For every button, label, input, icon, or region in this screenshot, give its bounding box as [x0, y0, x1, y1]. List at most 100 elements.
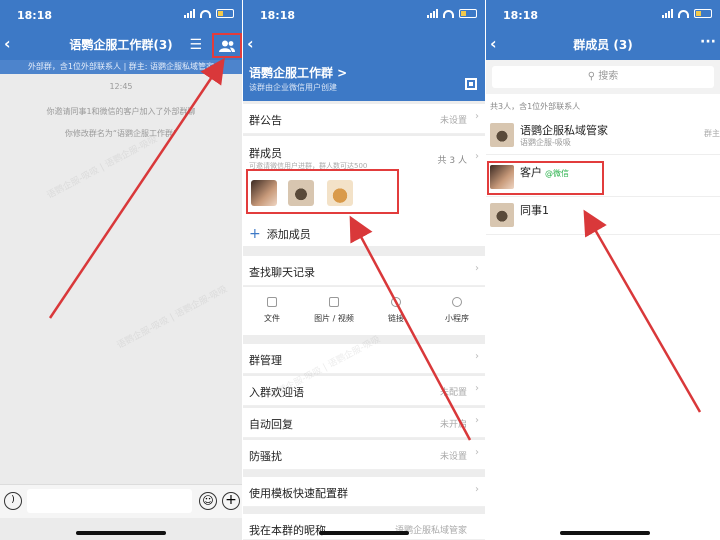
- member-row[interactable]: 同事1: [486, 197, 720, 235]
- highlight-box: [246, 169, 399, 214]
- chat-navbar: ‹ 语鹦企服工作群(3) ☰: [0, 30, 242, 60]
- avatar: [490, 203, 514, 227]
- status-bar: 18:18: [0, 0, 242, 30]
- status-bar: 18:18: [243, 0, 485, 30]
- row-value: 未开启: [439, 420, 467, 430]
- template-config-row[interactable]: 使用模板快速配置群 ›: [243, 477, 485, 507]
- chat-screen: 18:18 ‹ 语鹦企服工作群(3) ☰ 外部群，含1位外部联系人 | 群主: …: [0, 0, 242, 540]
- row-label: 群管理: [249, 354, 282, 367]
- media-tools: 文件 图片 / 视频 链接 小程序: [243, 287, 485, 335]
- qr-code-icon[interactable]: [465, 78, 477, 90]
- member-role: 群主: [704, 129, 720, 138]
- add-member-label: 添加成员: [266, 228, 311, 241]
- menu-icon[interactable]: ☰: [189, 37, 202, 53]
- tool-miniprogram[interactable]: 小程序: [432, 297, 482, 324]
- signal-icon: [427, 9, 438, 18]
- system-message: 你邀请同事1和微信的客户加入了外部群聊: [46, 107, 196, 116]
- home-indicator: [560, 531, 650, 535]
- search-icon: ⚲: [587, 71, 596, 82]
- tool-label: 文件: [264, 314, 280, 323]
- group-name[interactable]: 语鹦企服工作群 >: [249, 64, 347, 81]
- watermark: 语鹦企服-吸吸 | 语鹦企服-吸吸: [45, 134, 160, 202]
- announcement-row[interactable]: 群公告 未设置 ›: [243, 104, 485, 134]
- more-icon[interactable]: ···: [700, 34, 716, 50]
- battery-icon: [694, 9, 712, 18]
- group-creator-note: 该群由企业微信用户创建: [249, 83, 337, 92]
- group-members-button[interactable]: [212, 33, 242, 58]
- chevron-right-icon: ›: [475, 447, 479, 458]
- plus-icon: +: [249, 226, 261, 242]
- row-label: 我在本群的昵称: [249, 524, 326, 537]
- chevron-right-icon: ›: [475, 415, 479, 426]
- row-value: 未设置: [439, 452, 467, 462]
- row-label: 防骚扰: [249, 450, 282, 463]
- signal-icon: [184, 9, 195, 18]
- search-placeholder: 搜索: [598, 71, 619, 82]
- row-value: 未配置: [439, 388, 467, 398]
- member-list-screen: 18:18 ‹ 群成员 (3) ··· ⚲ 搜索 共3人，含1位外部联系人 语鹦…: [486, 0, 720, 540]
- wifi-icon: [678, 9, 689, 18]
- members-navbar: ‹ 群成员 (3) ···: [486, 30, 720, 60]
- chevron-right-icon: ›: [475, 383, 479, 394]
- tool-media[interactable]: 图片 / 视频: [309, 297, 359, 324]
- chevron-right-icon: ›: [475, 151, 479, 162]
- mini-program-icon: [452, 297, 462, 307]
- member-row[interactable]: 语鹦企服私域管家 语鹦企服-吸吸 群主: [486, 117, 720, 155]
- search-history-row[interactable]: 查找聊天记录 ›: [243, 256, 485, 286]
- settings-row[interactable]: 自动回复 未开启 ›: [243, 408, 485, 438]
- group-members-icon: [219, 40, 235, 52]
- nickname-row[interactable]: 我在本群的昵称 语鹦企服私域管家: [243, 514, 485, 540]
- chat-timestamp: 12:45: [109, 82, 133, 91]
- group-settings-screen: 18:18 ‹ 语鹦企服工作群 > 该群由企业微信用户创建 群公告 未设置 › …: [243, 0, 485, 540]
- member-company: 语鹦企服-吸吸: [520, 138, 571, 147]
- search-bar: ⚲ 搜索: [486, 60, 720, 94]
- settings-row[interactable]: 防骚扰 未设置 ›: [243, 440, 485, 470]
- status-time: 18:18: [503, 9, 539, 22]
- member-name: 同事1: [520, 204, 549, 217]
- signal-icon: [662, 9, 673, 18]
- external-group-notice: 外部群，含1位外部联系人 | 群主: 语鹦企服私域管家: [0, 60, 242, 74]
- emoji-icon[interactable]: ☺: [199, 492, 217, 510]
- tool-label: 图片 / 视频: [314, 314, 354, 323]
- tool-label: 小程序: [445, 314, 469, 323]
- search-input[interactable]: ⚲ 搜索: [492, 66, 714, 88]
- message-input[interactable]: [27, 489, 192, 513]
- tool-label: 链接: [388, 314, 404, 323]
- settings-navbar: ‹: [243, 30, 485, 60]
- row-label: 查找聊天记录: [249, 266, 315, 279]
- members-count: 共 3 人: [437, 156, 467, 166]
- add-member-button[interactable]: + 添加成员: [249, 226, 311, 242]
- home-indicator: [319, 531, 409, 535]
- chevron-right-icon: ›: [475, 484, 479, 495]
- chevron-right-icon: ›: [475, 351, 479, 362]
- row-label: 使用模板快速配置群: [249, 487, 348, 500]
- row-label: 群公告: [249, 114, 282, 127]
- tool-files[interactable]: 文件: [247, 297, 297, 324]
- input-bar: ) ☺ +: [0, 484, 242, 518]
- chat-title: 语鹦企服工作群(3): [69, 38, 173, 52]
- battery-icon: [216, 9, 234, 18]
- plus-icon[interactable]: +: [222, 492, 240, 510]
- system-message: 你修改群名为“语鹦企服工作群”: [64, 129, 178, 138]
- member-count: 共3人，含1位外部联系人: [490, 102, 581, 111]
- status-time: 18:18: [17, 9, 53, 22]
- wifi-icon: [200, 9, 211, 18]
- folder-icon: [267, 297, 277, 307]
- members-label: 群成员: [249, 147, 282, 160]
- member-name: 语鹦企服私域管家: [520, 124, 608, 137]
- link-icon: [391, 297, 401, 307]
- row-label: 自动回复: [249, 418, 293, 431]
- tool-links[interactable]: 链接: [371, 297, 421, 324]
- avatar: [490, 123, 514, 147]
- image-icon: [329, 297, 339, 307]
- row-value: 未设置: [439, 116, 467, 126]
- status-bar: 18:18: [486, 0, 720, 30]
- back-icon[interactable]: ‹: [247, 34, 254, 53]
- battery-icon: [459, 9, 477, 18]
- members-title: 群成员 (3): [573, 38, 633, 52]
- wifi-icon: [443, 9, 454, 18]
- voice-icon[interactable]: ): [4, 492, 22, 510]
- chevron-right-icon: ›: [475, 263, 479, 274]
- home-indicator: [76, 531, 166, 535]
- highlight-box: [487, 161, 604, 195]
